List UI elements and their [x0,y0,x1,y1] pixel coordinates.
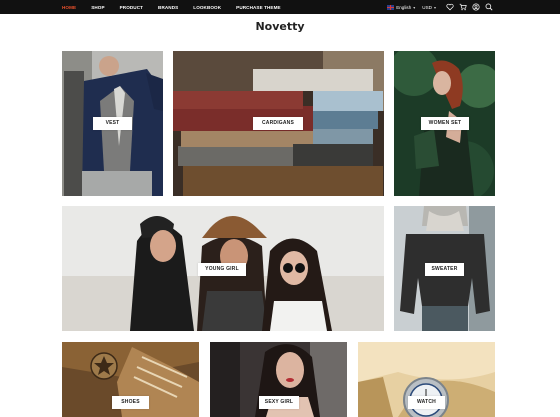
category-tile-young-girl[interactable]: YOUNG GIRL [62,206,384,331]
category-label[interactable]: WOMEN SET [421,117,469,130]
page-title: Novetty [255,20,305,33]
language-selector[interactable]: English ▾ [387,4,416,10]
chevron-down-icon: ▾ [413,4,416,10]
heart-icon[interactable] [445,2,455,12]
language-label: English [396,4,412,10]
category-label[interactable]: YOUNG GIRL [198,263,246,276]
chevron-down-icon: ▾ [433,4,436,10]
nav-item-purchase-theme[interactable]: PURCHASE THEME [236,5,281,10]
user-icon[interactable] [471,2,481,12]
category-label[interactable]: WATCH [408,396,445,409]
category-label[interactable]: SHOES [112,396,149,409]
currency-selector[interactable]: USD ▾ [422,5,436,10]
category-label[interactable]: CARDIGANS [253,117,303,130]
category-tile-cardigans[interactable]: CARDIGANS [173,51,384,196]
uk-flag-icon [387,4,395,10]
nav-item-brands[interactable]: BRANDS [158,5,178,10]
nav-item-shop[interactable]: SHOP [91,5,104,10]
cart-icon[interactable] [458,2,468,12]
category-tile-vest[interactable]: VEST [62,51,163,196]
category-label[interactable]: SEXY GIRL [259,396,299,409]
category-tile-sweater[interactable]: SWEATER [394,206,495,331]
main-nav: HOME SHOP PRODUCT BRANDS LOOKBOOK PURCHA… [62,0,296,14]
nav-item-home[interactable]: HOME [62,5,76,10]
category-tile-sexy-girl[interactable]: SEXY GIRL [210,342,347,417]
category-tile-women-set[interactable]: WOMEN SET [394,51,495,196]
category-tile-watch[interactable]: WATCH [358,342,495,417]
header-tools: English ▾ USD ▾ [387,0,494,14]
category-label[interactable]: VEST [93,117,132,130]
category-label[interactable]: SWEATER [425,263,464,276]
top-navigation-bar: HOME SHOP PRODUCT BRANDS LOOKBOOK PURCHA… [0,0,560,14]
nav-item-lookbook[interactable]: LOOKBOOK [193,5,221,10]
search-icon[interactable] [484,2,494,12]
category-tile-shoes[interactable]: SHOES [62,342,199,417]
nav-item-product[interactable]: PRODUCT [120,5,143,10]
currency-label: USD [422,4,432,10]
